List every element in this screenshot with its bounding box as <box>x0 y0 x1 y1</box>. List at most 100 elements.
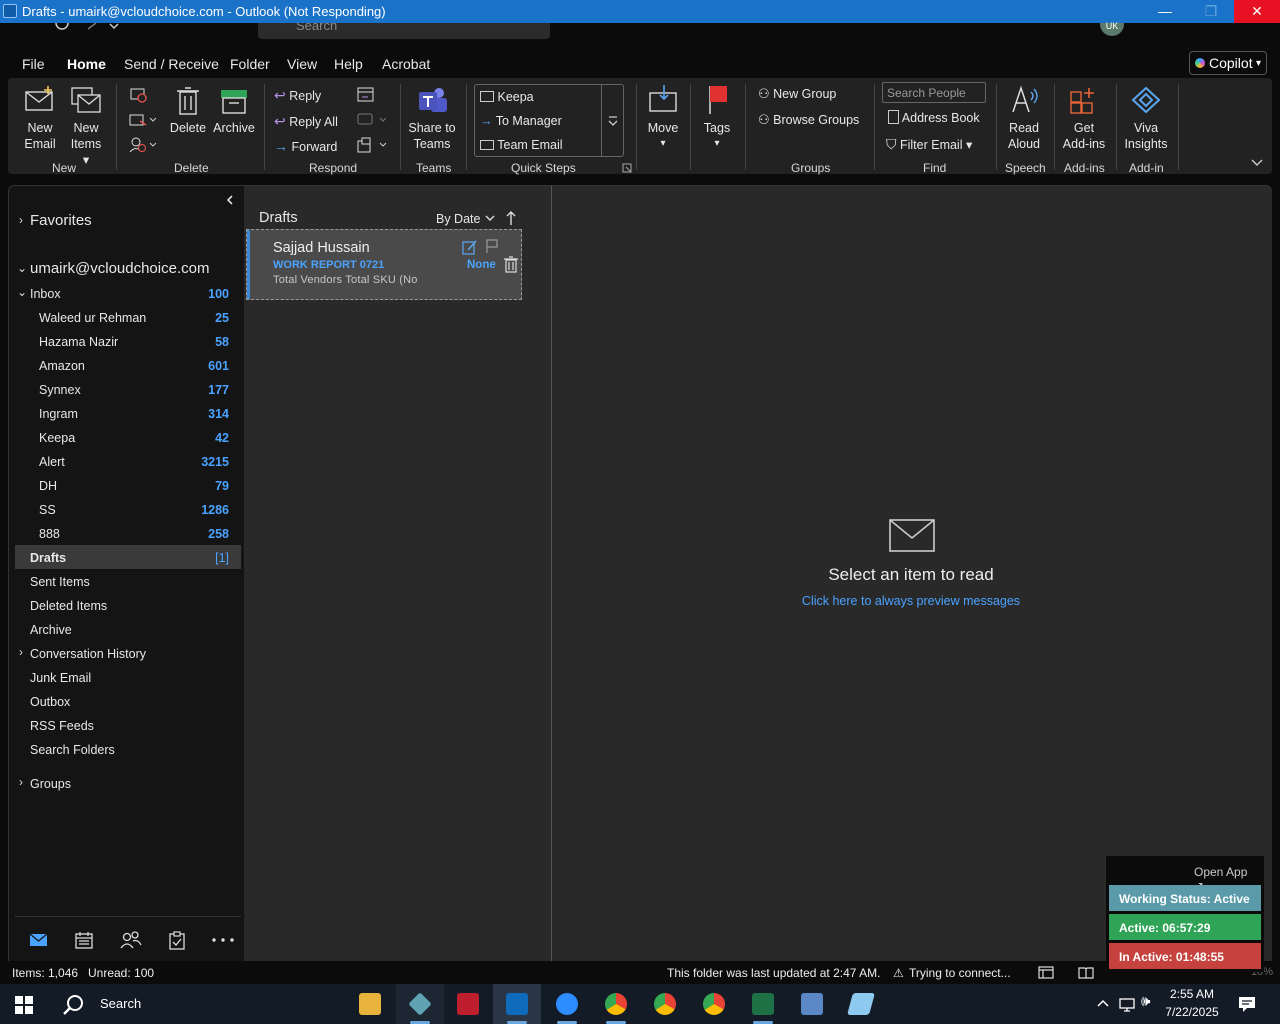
quick-steps-more-button[interactable] <box>601 84 624 157</box>
search-input[interactable]: Search <box>258 23 550 39</box>
close-button[interactable]: ✕ <box>1234 0 1280 23</box>
folder-search-folders[interactable]: Search Folders <box>9 737 241 761</box>
quick-step-team-email[interactable]: Team Email <box>480 137 563 153</box>
folder-drafts[interactable]: Drafts [1] <box>15 545 241 569</box>
more-icon[interactable] <box>211 937 235 943</box>
archive-button[interactable]: Archive <box>211 86 257 136</box>
clock-time[interactable]: 2:55 AM <box>1160 987 1224 1001</box>
tasks-icon[interactable] <box>167 930 187 950</box>
taskbar-app-chrome[interactable] <box>690 984 738 1024</box>
open-app-button[interactable]: Open App ↗ <box>1192 862 1260 893</box>
quick-step-to-manager[interactable]: → To Manager <box>480 113 562 129</box>
search-people-input[interactable]: Search People <box>882 82 986 103</box>
tab-home[interactable]: Home <box>67 56 106 72</box>
junk-icon[interactable] <box>128 136 158 154</box>
chevron-right-icon[interactable]: › <box>19 645 23 659</box>
folder-alert[interactable]: Alert 3215 <box>9 449 241 473</box>
taskbar-app-calculator[interactable] <box>788 984 836 1024</box>
folder-conversation-history[interactable]: › Conversation History <box>9 641 241 665</box>
mail-icon[interactable] <box>29 933 49 947</box>
folder-junk-email[interactable]: Junk Email <box>9 665 241 689</box>
folder-outbox[interactable]: Outbox <box>9 689 241 713</box>
notifications-icon[interactable] <box>1238 995 1256 1013</box>
new-group-button[interactable]: ⚇ New Group <box>758 86 836 102</box>
share-to-teams-button[interactable]: Share to Teams <box>407 86 457 152</box>
calendar-icon[interactable] <box>74 931 94 949</box>
tab-file[interactable]: File <box>22 56 45 72</box>
ribbon-collapse-icon[interactable] <box>1250 158 1264 168</box>
taskbar-app-excel[interactable] <box>739 984 787 1024</box>
copilot-button[interactable]: Copilot ▾ <box>1189 51 1267 75</box>
volume-icon[interactable]: 🕪 <box>1141 993 1150 1010</box>
folder-waleed-ur-rehman[interactable]: Waleed ur Rehman 25 <box>9 305 241 329</box>
folder-archive[interactable]: Archive <box>9 617 241 641</box>
avatar[interactable]: UK <box>1100 22 1124 36</box>
folder-ss[interactable]: SS 1286 <box>9 497 241 521</box>
delete-icon[interactable] <box>504 256 518 273</box>
list-item[interactable]: Sajjad Hussain WORK REPORT 0721 Total Ve… <box>246 229 522 300</box>
quick-step-keepa[interactable]: Keepa <box>480 89 534 105</box>
maximize-button[interactable]: ❐ <box>1188 0 1234 23</box>
reply-button[interactable]: ↩ Reply <box>274 87 321 104</box>
tab-send-receive[interactable]: Send / Receive <box>124 56 219 72</box>
reply-all-button[interactable]: ↩ Reply All <box>274 113 338 130</box>
sync-icon[interactable] <box>54 23 70 31</box>
taskbar-app-zoom[interactable] <box>543 984 591 1024</box>
taskbar-search-label[interactable]: Search <box>100 996 141 1011</box>
favorites-header[interactable]: Favorites <box>30 212 92 229</box>
chevron-down-icon[interactable]: ⌄ <box>17 285 27 299</box>
dialog-launcher-icon[interactable] <box>622 163 632 173</box>
im-reply-icon[interactable] <box>356 111 388 129</box>
connection-status[interactable]: Trying to connect... <box>909 966 1011 980</box>
folder-keepa[interactable]: Keepa 42 <box>9 425 241 449</box>
tags-button[interactable]: Tags ▾ <box>698 84 736 152</box>
search-icon[interactable] <box>62 994 86 1016</box>
move-button[interactable]: Move ▾ <box>644 84 682 152</box>
preview-messages-link[interactable]: Click here to always preview messages <box>552 594 1270 608</box>
folder-hazama-nazir[interactable]: Hazama Nazir 58 <box>9 329 241 353</box>
collapse-pane-icon[interactable] <box>225 194 235 206</box>
taskbar-app-notes[interactable] <box>837 984 885 1024</box>
new-email-button[interactable]: New Email <box>20 86 60 152</box>
filter-email-button[interactable]: ⛉ Filter Email ▾ <box>886 136 972 153</box>
chevron-up-icon[interactable] <box>1096 998 1110 1008</box>
taskbar-app-filezilla[interactable] <box>444 984 492 1024</box>
normal-view-icon[interactable] <box>1038 966 1054 979</box>
folder-sent-items[interactable]: Sent Items <box>9 569 241 593</box>
viva-insights-button[interactable]: Viva Insights <box>1122 84 1170 152</box>
tab-acrobat[interactable]: Acrobat <box>382 56 430 72</box>
ignore-icon[interactable] <box>128 86 148 104</box>
tab-folder[interactable]: Folder <box>230 56 270 72</box>
chevron-right-icon[interactable]: › <box>19 775 23 789</box>
chevron-down-icon[interactable] <box>108 23 120 31</box>
get-add-ins-button[interactable]: Get Add-ins <box>1060 84 1108 152</box>
chevron-right-icon[interactable]: › <box>19 213 23 227</box>
taskbar-app-outlook[interactable] <box>493 984 541 1024</box>
sort-by-button[interactable]: By Date <box>436 212 496 226</box>
folder-888[interactable]: 888 258 <box>9 521 241 545</box>
more-respond-icon[interactable] <box>356 136 388 154</box>
folder-deleted-items[interactable]: Deleted Items <box>9 593 241 617</box>
flag-icon[interactable] <box>485 239 499 254</box>
browse-groups-button[interactable]: ⚇ Browse Groups <box>758 112 859 128</box>
chevron-down-icon[interactable]: ⌄ <box>17 261 27 275</box>
minimize-button[interactable]: — <box>1142 0 1188 23</box>
folder-amazon[interactable]: Amazon 601 <box>9 353 241 377</box>
read-aloud-button[interactable]: Read Aloud <box>1002 84 1046 152</box>
taskbar-app-chrome[interactable] <box>592 984 640 1024</box>
groups-header[interactable]: › Groups <box>9 771 241 795</box>
folder-synnex[interactable]: Synnex 177 <box>9 377 241 401</box>
folder-ingram[interactable]: Ingram 314 <box>9 401 241 425</box>
folder-rss-feeds[interactable]: RSS Feeds <box>9 713 241 737</box>
windows-start-icon[interactable] <box>15 996 33 1014</box>
network-icon[interactable] <box>1118 995 1136 1013</box>
delete-button[interactable]: Delete <box>166 86 210 136</box>
tab-help[interactable]: Help <box>334 56 363 72</box>
new-items-button[interactable]: New Items ▾ <box>66 86 106 168</box>
address-book-button[interactable]: Address Book <box>888 110 980 126</box>
cleanup-icon[interactable] <box>128 111 158 129</box>
sort-direction-icon[interactable] <box>505 210 517 226</box>
account-header[interactable]: umairk@vcloudchoice.com <box>30 260 209 277</box>
taskbar-app[interactable] <box>396 984 444 1024</box>
people-icon[interactable] <box>119 931 143 949</box>
